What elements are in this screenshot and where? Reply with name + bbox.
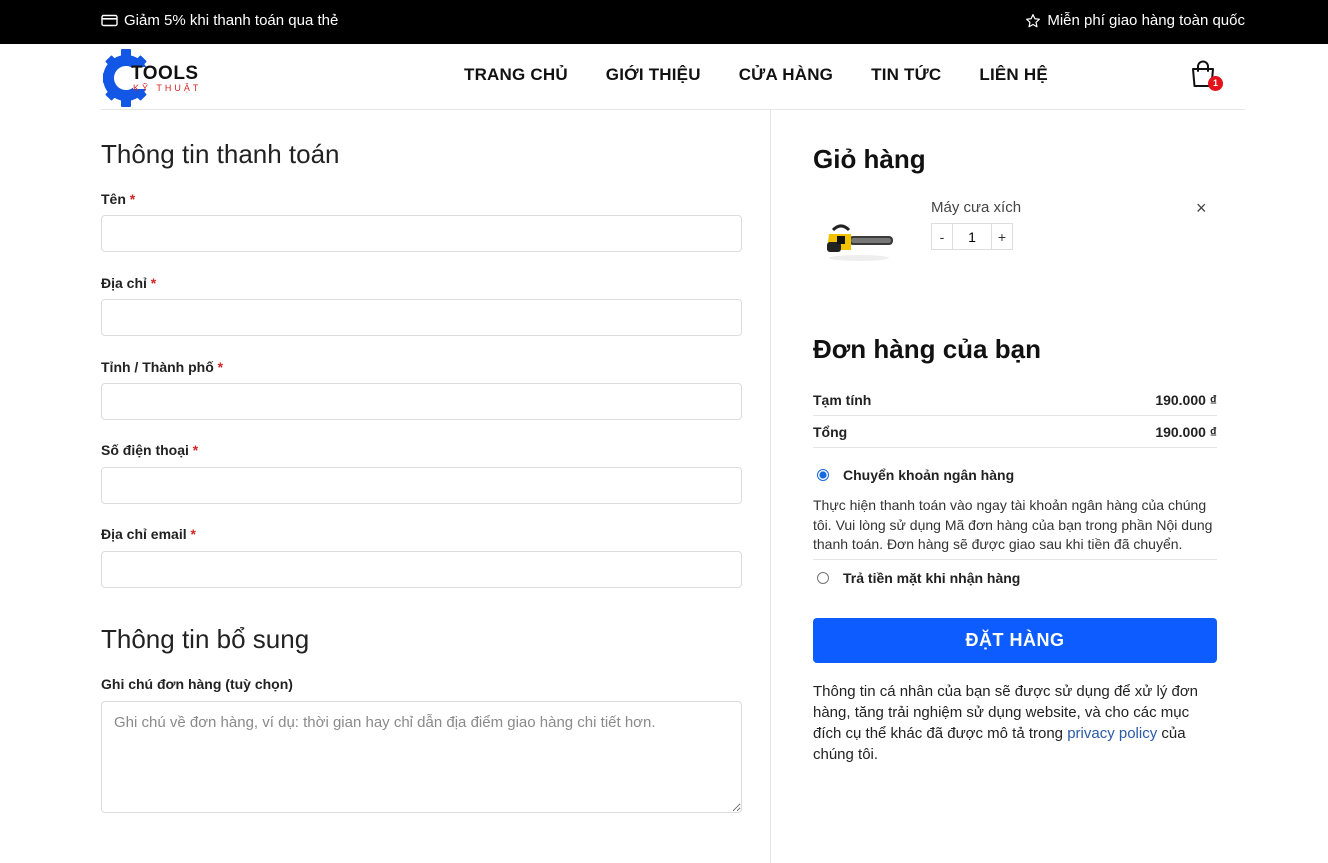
order-title: Đơn hàng của bạn xyxy=(813,334,1041,364)
subtotal-value: 190.000 ₫ xyxy=(1155,391,1217,408)
additional-info-title: Thông tin bổ sung xyxy=(101,624,310,654)
chainsaw-product-image xyxy=(827,224,893,261)
remove-item-button[interactable]: × xyxy=(1196,198,1207,219)
card-icon xyxy=(101,14,118,27)
quantity-stepper: - + xyxy=(931,223,1013,250)
total-row: Tổng 190.000 ₫ xyxy=(813,416,1217,448)
quantity-decrease-button[interactable]: - xyxy=(932,224,952,249)
name-label: Tên * xyxy=(101,191,136,207)
cart-title: Giỏ hàng xyxy=(813,144,926,174)
place-order-button[interactable]: ĐẶT HÀNG xyxy=(813,618,1217,663)
order-notes-field[interactable] xyxy=(101,701,742,813)
payment-cod-radio[interactable] xyxy=(817,572,829,584)
promo-shipping: Miễn phí giao hàng toàn quốc xyxy=(1025,12,1245,29)
nav-contact[interactable]: LIÊN HỆ xyxy=(979,65,1047,85)
email-field[interactable] xyxy=(101,551,742,588)
total-value: 190.000 ₫ xyxy=(1155,423,1217,440)
site-logo[interactable]: TOOLS KỸ THUẬT xyxy=(103,47,213,107)
privacy-notice: Thông tin cá nhân của bạn sẽ được sử dụn… xyxy=(813,683,1199,763)
promo-discount-text: Giảm 5% khi thanh toán qua thẻ xyxy=(124,12,339,29)
header-divider xyxy=(101,109,1245,110)
billing-title: Thông tin thanh toán xyxy=(101,139,340,169)
payment-cod-option[interactable]: Trả tiền mặt khi nhận hàng xyxy=(817,570,1020,586)
city-field[interactable] xyxy=(101,383,742,420)
promo-discount: Giảm 5% khi thanh toán qua thẻ xyxy=(101,12,338,29)
column-divider xyxy=(770,110,771,863)
payment-divider xyxy=(813,559,1217,560)
payment-bank-description: Thực hiện thanh toán vào ngay tài khoản … xyxy=(813,497,1213,552)
site-header: TOOLS KỸ THUẬT TRANG CHỦ GIỚI THIỆU CỬA … xyxy=(0,44,1328,110)
quantity-increase-button[interactable]: + xyxy=(992,224,1012,249)
subtotal-label: Tạm tính xyxy=(813,391,872,408)
promo-shipping-text: Miễn phí giao hàng toàn quốc xyxy=(1047,12,1245,29)
payment-cod-label: Trả tiền mặt khi nhận hàng xyxy=(843,570,1021,586)
top-announcement-bar: Giảm 5% khi thanh toán qua thẻ Miễn phí … xyxy=(0,0,1328,44)
subtotal-row: Tạm tính 190.000 ₫ xyxy=(813,384,1217,416)
total-label: Tổng xyxy=(813,423,848,440)
payment-bank-option[interactable]: Chuyển khoản ngân hàng xyxy=(817,467,1014,483)
payment-bank-radio[interactable] xyxy=(817,469,829,481)
nav-shop[interactable]: CỬA HÀNG xyxy=(739,65,833,85)
cart-button[interactable]: 1 xyxy=(1190,60,1224,94)
cart-count-badge: 1 xyxy=(1208,76,1223,91)
address-label: Địa chỉ * xyxy=(101,275,157,291)
payment-bank-label: Chuyển khoản ngân hàng xyxy=(843,467,1015,483)
phone-field[interactable] xyxy=(101,467,742,504)
city-label: Tỉnh / Thành phố * xyxy=(101,359,224,375)
phone-label: Số điện thoại * xyxy=(101,442,199,458)
address-field[interactable] xyxy=(101,299,742,336)
quantity-input[interactable] xyxy=(952,224,992,249)
nav-home[interactable]: TRANG CHỦ xyxy=(464,65,568,85)
nav-about[interactable]: GIỚI THIỆU xyxy=(606,65,701,85)
logo-subtext: KỸ THUẬT xyxy=(133,83,202,93)
logo-text: TOOLS xyxy=(131,63,199,84)
email-label: Địa chỉ email * xyxy=(101,526,196,542)
cart-item-name[interactable]: Máy cưa xích xyxy=(931,199,1021,216)
privacy-policy-link[interactable]: privacy policy xyxy=(1067,725,1157,742)
star-icon xyxy=(1025,13,1041,29)
name-field[interactable] xyxy=(101,215,742,252)
order-notes-label: Ghi chú đơn hàng (tuỳ chọn) xyxy=(101,676,293,692)
nav-news[interactable]: TIN TỨC xyxy=(871,65,941,85)
main-nav: TRANG CHỦ GIỚI THIỆU CỬA HÀNG TIN TỨC LI… xyxy=(464,65,1048,85)
